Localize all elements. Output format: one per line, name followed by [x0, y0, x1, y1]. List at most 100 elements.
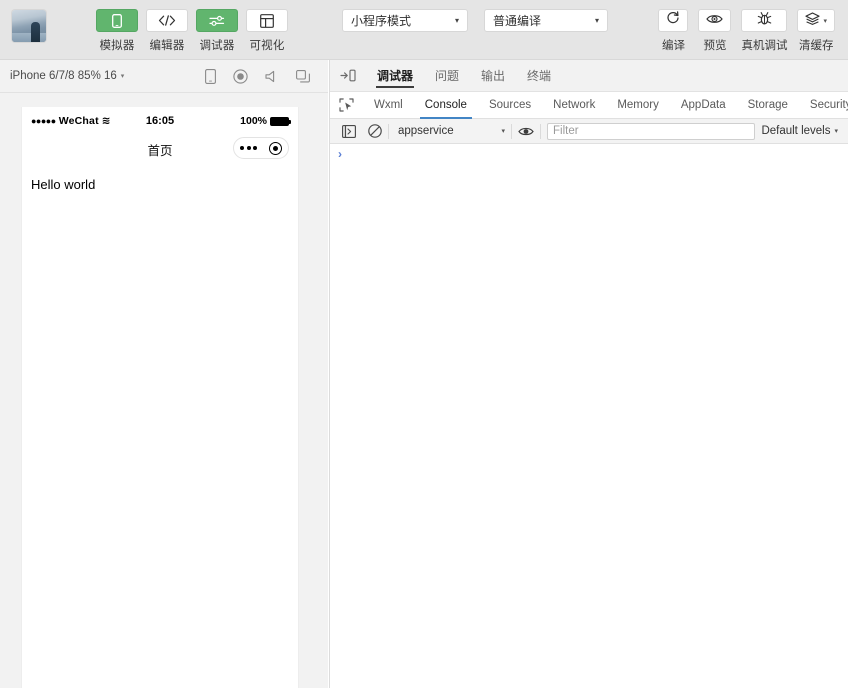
tab-problems[interactable]: 问题 [424, 60, 470, 92]
console-filter-placeholder: Filter [553, 125, 579, 137]
action-preview[interactable]: 预览 [693, 9, 736, 53]
inspect-element-icon[interactable] [330, 98, 363, 112]
simulator-toolbar: iPhone 6/7/8 85% 16 ▾ [0, 60, 328, 93]
console-output-area[interactable]: › [330, 144, 848, 688]
phone-icon [112, 13, 122, 28]
panel-tab-wxml[interactable]: Wxml [363, 92, 414, 119]
multi-window-icon[interactable] [296, 69, 310, 83]
clear-cache-button[interactable]: ▾ [797, 9, 835, 32]
bug-icon [757, 11, 772, 31]
user-avatar[interactable] [12, 10, 46, 42]
clear-console-icon[interactable] [362, 124, 388, 138]
preview-button[interactable] [698, 9, 732, 32]
phone-viewport: ●●●●● WeChat ≋ 16:05 100% 首页 Hello world [21, 107, 299, 688]
chevron-down-icon: ▾ [834, 128, 838, 135]
chevron-down-icon: ▾ [120, 73, 125, 80]
code-icon [158, 15, 176, 26]
debug-slider-icon [209, 15, 225, 27]
mode-button-editor[interactable]: 编辑器 [146, 9, 188, 53]
panel-tab-label-memory: Memory [617, 99, 659, 111]
console-prompt-caret: › [338, 147, 342, 161]
action-clear-cache[interactable]: ▾ 清缓存 [792, 9, 840, 53]
simulator-toggle[interactable] [96, 9, 138, 32]
label-clear-cache: 清缓存 [798, 40, 834, 52]
compile-button[interactable] [658, 9, 689, 32]
panel-tab-console[interactable]: Console [414, 92, 478, 119]
layout-grid-icon [260, 13, 274, 28]
status-battery: 100% [240, 115, 291, 127]
console-toolbar: appservice ▾ Filter Default levels ▾ [330, 119, 848, 144]
sound-icon[interactable] [265, 70, 279, 83]
panel-tab-label-appdata: AppData [680, 99, 726, 111]
compile-mode-value: 普通编译 [493, 14, 542, 28]
battery-icon [270, 116, 291, 126]
action-real-device-debug[interactable]: 真机调试 [736, 9, 792, 53]
signal-dots-icon: ●●●●● [31, 116, 56, 126]
mode-button-group: 模拟器 编辑器 调试器 可视化 [96, 0, 288, 53]
panel-tab-security[interactable]: Security [799, 92, 848, 119]
wifi-icon: ≋ [101, 115, 111, 127]
console-levels-value: Default levels [761, 125, 831, 137]
hello-world-text: Hello world [31, 177, 96, 192]
mode-button-simulator[interactable]: 模拟器 [96, 9, 138, 53]
status-carrier: ●●●●● WeChat ≋ [31, 115, 111, 127]
wechat-devtools-window: 模拟器 编辑器 调试器 可视化 小程序模式 ▾ 普通编译 ▾ 编译 预览 真机调… [0, 0, 848, 688]
app-mode-value: 小程序模式 [351, 14, 412, 28]
panel-tab-appdata[interactable]: AppData [670, 92, 737, 119]
mode-label-debugger: 调试器 [199, 40, 235, 52]
page-title: 首页 [147, 143, 173, 158]
simulator-pane: iPhone 6/7/8 85% 16 ▾ ●●●●● WeChat ≋ 16:… [0, 60, 328, 688]
tab-output[interactable]: 输出 [470, 60, 516, 92]
console-context-select[interactable]: appservice ▾ [389, 125, 511, 137]
record-icon[interactable] [233, 68, 248, 84]
panel-tab-network[interactable]: Network [542, 92, 606, 119]
panel-tab-label-security: Security [809, 99, 848, 111]
debugger-toggle[interactable] [196, 9, 238, 32]
panel-tab-memory[interactable]: Memory [606, 92, 670, 119]
action-compile[interactable]: 编译 [653, 9, 693, 53]
compile-mode-select[interactable]: 普通编译 ▾ [484, 9, 608, 32]
chevron-down-icon: ▾ [454, 16, 459, 25]
chevron-down-icon: ▾ [823, 17, 827, 25]
mode-button-debugger[interactable]: 调试器 [196, 9, 238, 53]
toolbar-actions: 编译 预览 真机调试 ▾ 清缓存 [653, 0, 848, 53]
label-preview: 预览 [703, 40, 727, 52]
panel-tab-label-sources: Sources [488, 99, 532, 111]
panel-tab-storage[interactable]: Storage [737, 92, 799, 119]
wechat-capsule-menu[interactable] [233, 137, 289, 159]
panel-tab-sources[interactable]: Sources [478, 92, 542, 119]
console-divider-3 [540, 123, 541, 139]
tab-label-terminal: 终端 [527, 69, 552, 83]
chevron-down-icon: ▾ [594, 16, 599, 25]
real-device-debug-button[interactable] [741, 9, 788, 32]
collapse-panel-icon[interactable] [336, 69, 366, 82]
avatar-container [0, 0, 96, 42]
tab-terminal[interactable]: 终端 [516, 60, 562, 92]
phone-status-bar: ●●●●● WeChat ≋ 16:05 100% [22, 111, 298, 131]
tab-debugger[interactable]: 调试器 [366, 60, 424, 92]
console-prompt-row[interactable]: › [330, 144, 848, 162]
target-icon[interactable] [269, 141, 282, 155]
console-sidebar-icon[interactable] [336, 124, 362, 138]
rotate-phone-icon[interactable] [205, 68, 216, 84]
tab-label-output: 输出 [481, 69, 506, 83]
mode-label-visual: 可视化 [249, 40, 285, 52]
live-expression-icon[interactable] [512, 126, 540, 137]
battery-percent: 100% [240, 115, 267, 127]
console-filter-input[interactable]: Filter [547, 122, 756, 140]
eye-icon [706, 12, 724, 30]
ellipsis-icon[interactable] [240, 146, 257, 150]
label-real-device-debug: 真机调试 [741, 40, 788, 52]
panel-tab-label-wxml: Wxml [374, 99, 403, 111]
console-levels-select[interactable]: Default levels ▾ [761, 125, 842, 137]
refresh-icon [666, 11, 680, 30]
app-mode-select[interactable]: 小程序模式 ▾ [342, 9, 468, 32]
devtools-panel-tabs: Wxml Console Sources Network Memory AppD… [330, 92, 848, 119]
device-selector[interactable]: iPhone 6/7/8 85% 16 ▾ [10, 70, 124, 82]
panel-tab-label-storage: Storage [747, 99, 788, 111]
main-toolbar: 模拟器 编辑器 调试器 可视化 小程序模式 ▾ 普通编译 ▾ 编译 预览 真机调… [0, 0, 848, 60]
visual-toggle[interactable] [246, 9, 288, 32]
editor-toggle[interactable] [146, 9, 188, 32]
mode-button-visual[interactable]: 可视化 [246, 9, 288, 53]
console-context-value: appservice [398, 125, 454, 137]
